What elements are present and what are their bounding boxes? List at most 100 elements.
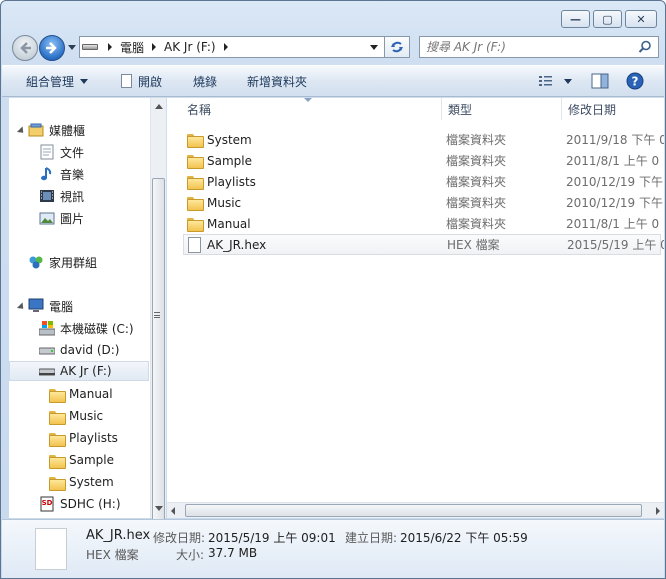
scrollbar-thumb[interactable] [152,178,165,554]
sidebar-item-label: Sample [69,453,114,467]
chevron-right-icon[interactable] [152,43,157,51]
details-modified-label: 修改日期: [153,531,206,545]
back-button[interactable] [12,35,38,61]
sidebar-item-label: 視訊 [60,189,85,204]
column-label: 類型 [448,102,473,117]
view-options-button[interactable] [538,66,572,96]
scroll-left-icon[interactable] [171,507,175,515]
file-date: 2011/8/1 上午 0 [566,217,660,231]
folder-icon [187,175,204,190]
close-button[interactable]: ✕ [625,10,657,28]
expand-arrow-icon[interactable] [16,302,27,312]
address-bar[interactable]: 電腦 AK Jr (F:) [79,36,385,58]
sidebar-item-folder-sample[interactable]: Sample [49,450,114,470]
sidebar-item-drive-d[interactable]: david (D:) [38,340,120,360]
arrow-right-icon [46,42,57,54]
sidebar-item-videos[interactable]: 視訊 [39,186,84,206]
maximize-button[interactable]: ▢ [593,10,622,28]
sidebar-item-libraries[interactable]: 媒體櫃 [28,120,85,140]
folder-icon [187,217,204,232]
svg-text:?: ? [632,75,639,89]
navigation-scrollbar[interactable] [150,98,166,554]
scroll-down-icon[interactable] [155,506,163,511]
expand-arrow-icon[interactable] [16,126,27,136]
sidebar-item-label: david (D:) [60,343,120,357]
sidebar-item-label: 家用群組 [49,255,98,270]
file-row[interactable]: Playlists 檔案資料夾 2010/12/19 下午 [183,171,663,192]
file-date: 2010/12/19 下午 [566,175,663,189]
sidebar-item-label: SDHC (H:) [60,497,121,511]
navigation-pane: 媒體櫃 文件 音樂 視訊 圖片 家用群組 電腦 本機磁碟 (C:) david … [9,98,166,518]
column-header-name[interactable]: 名稱 [181,98,442,120]
search-icon[interactable] [638,40,652,54]
file-row[interactable]: Sample 檔案資料夾 2011/8/1 上午 0 [183,150,661,171]
file-name: System [207,132,252,147]
sidebar-item-sdhc[interactable]: SD SDHC (H:) [39,494,121,514]
help-button[interactable]: ? [626,66,644,96]
open-label: 開啟 [138,74,163,89]
file-type: 檔案資料夾 [446,196,507,210]
sidebar-item-folder-playlists[interactable]: Playlists [49,428,118,448]
folder-icon [49,432,66,447]
sidebar-item-documents[interactable]: 文件 [39,142,84,162]
new-folder-button[interactable]: 新增資料夾 [247,66,307,96]
folder-icon [187,133,204,148]
file-row[interactable]: System 檔案資料夾 2011/9/18 下午 0 [183,129,664,150]
details-size-label: 大小: [176,548,205,562]
forward-button[interactable] [39,35,65,61]
details-pane: AK_JR.hex HEX 檔案 修改日期: 2015/5/19 上午 09:0… [2,519,664,578]
computer-icon [28,298,44,314]
column-header-date[interactable]: 修改日期 [562,98,664,120]
preview-pane-button[interactable] [591,66,609,96]
file-type: HEX 檔案 [447,238,500,252]
file-row-selected[interactable]: AK_JR.hex HEX 檔案 2015/5/19 上午 0 [183,234,664,255]
search-box[interactable] [419,36,659,58]
scroll-right-icon[interactable] [656,507,660,515]
details-filename: AK_JR.hex [86,528,151,543]
file-type: 檔案資料夾 [446,133,507,147]
sidebar-item-homegroup[interactable]: 家用群組 [28,252,97,272]
preview-pane-icon [591,73,609,89]
command-bar: 組合管理 開啟 燒錄 新增資料夾 ? [2,65,664,97]
recent-pages-dropdown-icon[interactable] [68,45,76,50]
chevron-right-icon[interactable] [223,43,228,51]
organize-button[interactable]: 組合管理 [26,66,89,96]
sidebar-item-music[interactable]: 音樂 [39,164,84,184]
open-button[interactable]: 開啟 [121,66,162,96]
search-input[interactable] [426,40,626,54]
sidebar-item-label: 圖片 [60,211,85,226]
maximize-icon: ▢ [602,12,613,26]
scrollbar-thumb[interactable] [185,504,642,517]
sidebar-item-pictures[interactable]: 圖片 [39,208,84,228]
sidebar-item-folder-music[interactable]: Music [49,406,103,426]
drive-icon [82,44,98,50]
minimize-button[interactable]: — [561,10,590,28]
file-type: 檔案資料夾 [446,217,507,231]
breadcrumb-current-drive[interactable]: AK Jr (F:) [160,37,220,57]
burn-button[interactable]: 燒錄 [193,66,217,96]
breadcrumb-computer[interactable]: 電腦 [116,37,148,57]
sidebar-item-folder-system[interactable]: System [49,472,114,492]
folder-icon [187,154,204,169]
chevron-down-icon [80,78,89,84]
scroll-up-icon[interactable] [155,104,163,109]
sidebar-item-label: 電腦 [49,299,74,314]
sidebar-item-label: Music [69,409,104,423]
pictures-icon [39,210,55,226]
file-list-scrollbar[interactable] [167,502,664,518]
file-row[interactable]: Music 檔案資料夾 2010/12/19 下午 [183,192,663,213]
refresh-button[interactable] [385,36,410,58]
column-header-type[interactable]: 類型 [442,98,562,120]
document-icon [121,74,132,88]
sidebar-item-drive-f[interactable]: AK Jr (F:) [9,361,149,381]
chevron-right-icon[interactable] [108,43,112,51]
sidebar-item-computer[interactable]: 電腦 [28,296,73,316]
help-icon: ? [626,72,644,90]
sidebar-item-drive-c[interactable]: 本機磁碟 (C:) [38,318,134,338]
sidebar-item-folder-manual[interactable]: Manual [49,384,113,404]
explorer-window: — ▢ ✕ 電腦 AK Jr (F:) 組合管理 開啟 燒錄 新增資料夾 [0,0,666,579]
folder-icon [49,410,66,425]
address-history-dropdown-icon[interactable] [370,45,378,50]
file-row[interactable]: Manual 檔案資料夾 2011/8/1 上午 0 [183,213,661,234]
details-size-value: 37.7 MB [208,546,258,560]
